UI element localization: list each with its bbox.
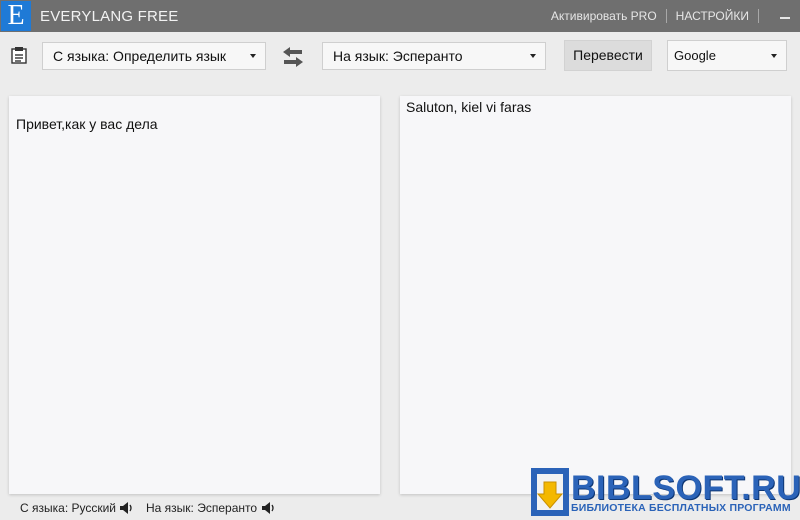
title-bar: E EVERYLANG FREE Активировать PRO НАСТРО… xyxy=(0,0,800,32)
swap-languages-icon[interactable] xyxy=(281,46,305,68)
chevron-down-icon xyxy=(250,54,256,58)
activate-pro-link[interactable]: Активировать PRO xyxy=(551,9,657,23)
service-select[interactable]: Google xyxy=(667,40,787,71)
watermark-subtitle: БИБЛИОТЕКА БЕСПЛАТНЫХ ПРОГРАММ xyxy=(571,502,791,514)
source-language-value: С языка: Определить язык xyxy=(53,48,227,64)
toolbar: С языка: Определить язык На язык: Эспера… xyxy=(0,32,800,80)
chevron-down-icon xyxy=(771,54,777,58)
app-title: EVERYLANG FREE xyxy=(40,7,179,25)
download-logo-icon xyxy=(531,468,569,516)
translate-button[interactable]: Перевести xyxy=(564,40,652,71)
result-text: Saluton, kiel vi faras xyxy=(406,99,532,115)
speaker-icon[interactable] xyxy=(262,502,275,514)
speaker-icon[interactable] xyxy=(120,502,133,514)
target-language-value: На язык: Эсперанто xyxy=(333,48,463,64)
service-value: Google xyxy=(674,48,716,63)
source-language-select[interactable]: С языка: Определить язык xyxy=(42,42,266,70)
result-text-area[interactable]: Saluton, kiel vi faras xyxy=(400,96,791,494)
title-divider xyxy=(758,9,759,23)
source-text: Привет,как у вас дела xyxy=(16,116,158,132)
status-source-language: С языка: Русский xyxy=(20,501,117,515)
clipboard-icon[interactable] xyxy=(10,45,30,65)
minimize-icon[interactable] xyxy=(780,17,790,19)
chevron-down-icon xyxy=(530,54,536,58)
app-logo: E xyxy=(1,1,31,31)
settings-link[interactable]: НАСТРОЙКИ xyxy=(676,9,749,23)
biblsoft-watermark: BIBLSOFT.RU БИБЛИОТЕКА БЕСПЛАТНЫХ ПРОГРА… xyxy=(527,466,800,520)
target-language-select[interactable]: На язык: Эсперанто xyxy=(322,42,546,70)
title-bar-actions: Активировать PRO НАСТРОЙКИ xyxy=(551,0,790,32)
source-text-area[interactable]: Привет,как у вас дела xyxy=(9,96,380,494)
status-target-language: На язык: Эсперанто xyxy=(146,501,258,515)
title-divider xyxy=(665,9,667,23)
